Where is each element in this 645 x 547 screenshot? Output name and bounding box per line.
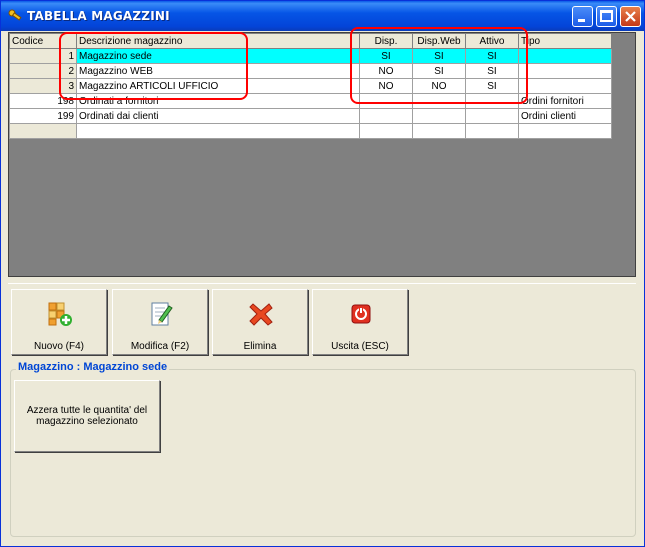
cell-tipo[interactable] [518, 48, 612, 64]
edit-button[interactable]: Modifica (F2) [112, 289, 208, 355]
group-title: Magazzino : Magazzino sede [16, 361, 170, 373]
cell-tipo[interactable] [518, 63, 612, 79]
edit-icon [151, 302, 173, 326]
delete-button[interactable]: Elimina [212, 289, 308, 355]
exit-button-label: Uscita (ESC) [331, 341, 389, 352]
highlight-flags-box [350, 27, 528, 104]
column-header-tipo[interactable]: Tipo [518, 33, 612, 49]
main-window: TABELLA MAGAZZINI Codice Descrizione mag… [0, 0, 645, 547]
cell-disp[interactable] [359, 108, 413, 124]
delete-icon [249, 303, 273, 326]
delete-button-label: Elimina [243, 341, 277, 352]
reset-quantities-button[interactable]: Azzera tutte le quantita' del magazzino … [14, 380, 160, 452]
window-title: TABELLA MAGAZZINI [27, 9, 170, 23]
table-row-empty[interactable] [9, 123, 612, 139]
close-button[interactable] [620, 6, 641, 27]
power-icon [351, 304, 371, 324]
cell-descrizione[interactable]: Ordinati dai clienti [76, 108, 360, 124]
maximize-button[interactable] [596, 6, 617, 27]
cell-disp[interactable] [359, 123, 413, 139]
toolbar: Nuovo (F4) Modifica (F2) Elimina Uscita … [8, 283, 636, 358]
cell-attivo[interactable] [465, 123, 519, 139]
cell-tipo[interactable]: Ordini fornitori [518, 93, 612, 109]
cell-tipo[interactable] [518, 123, 612, 139]
title-bar[interactable]: TABELLA MAGAZZINI [1, 1, 644, 31]
cell-tipo[interactable] [518, 78, 612, 94]
table-row[interactable]: 199 Ordinati dai clienti Ordini clienti [9, 108, 612, 124]
new-button[interactable]: Nuovo (F4) [11, 289, 107, 355]
highlight-description-box [59, 32, 248, 100]
cell-codice[interactable] [9, 123, 77, 139]
exit-button[interactable]: Uscita (ESC) [312, 289, 408, 355]
cell-disp-web[interactable] [412, 108, 466, 124]
cell-descrizione[interactable] [76, 123, 360, 139]
new-record-icon [48, 302, 72, 326]
cell-attivo[interactable] [465, 108, 519, 124]
cell-tipo[interactable]: Ordini clienti [518, 108, 612, 124]
app-icon [8, 9, 22, 21]
minimize-button[interactable] [572, 6, 593, 27]
cell-codice[interactable]: 199 [9, 108, 77, 124]
reset-quantities-label: Azzera tutte le quantita' del magazzino … [26, 405, 148, 427]
new-button-label: Nuovo (F4) [33, 341, 84, 352]
edit-button-label: Modifica (F2) [130, 341, 190, 352]
cell-disp-web[interactable] [412, 123, 466, 139]
